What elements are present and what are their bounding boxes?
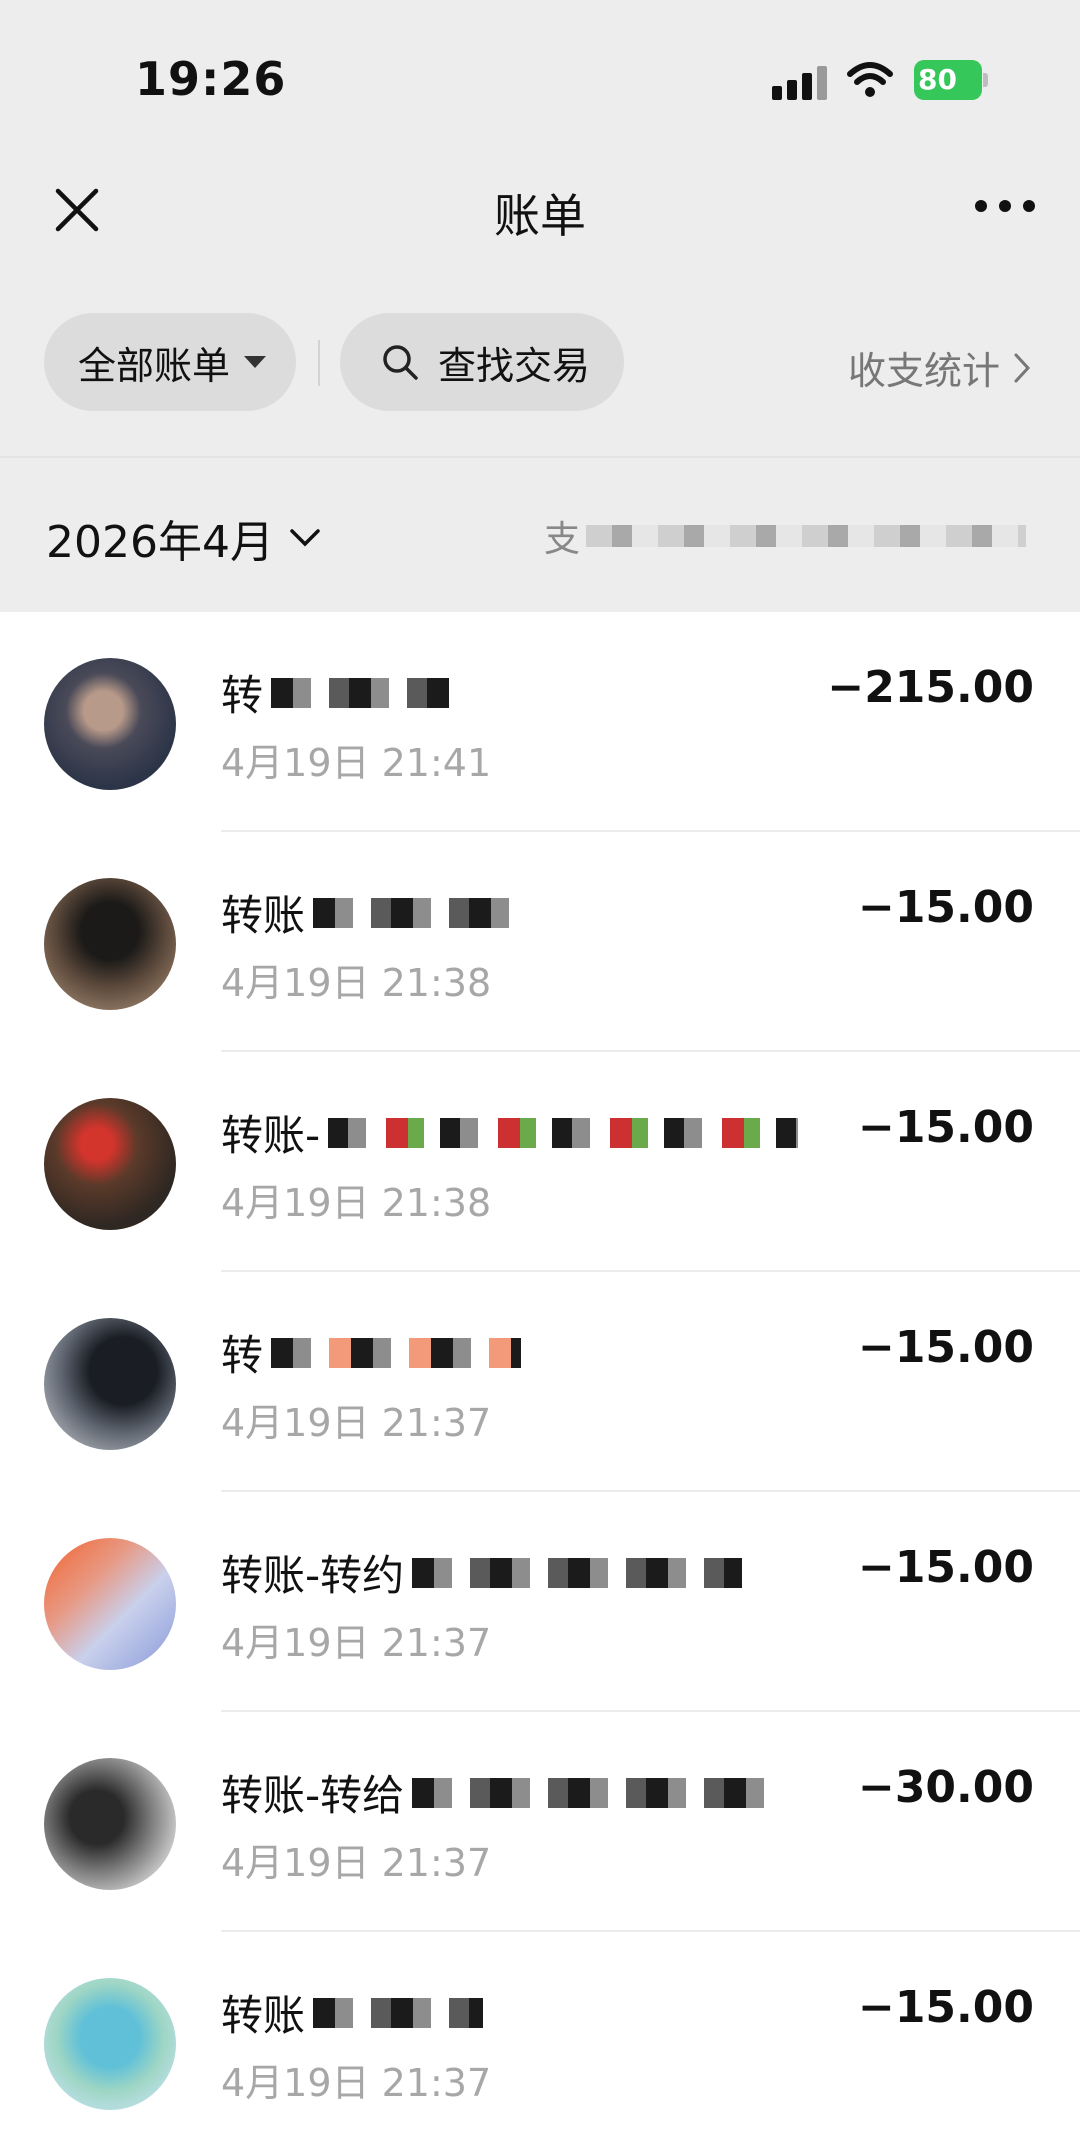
cellular-signal-icon xyxy=(772,66,830,100)
transaction-date: 4月19日 21:37 xyxy=(221,1621,492,1665)
transaction-date: 4月19日 21:37 xyxy=(221,1401,492,1445)
redacted-mosaic xyxy=(271,1337,522,1368)
chevron-right-icon xyxy=(1014,353,1031,382)
chevron-down-icon xyxy=(290,529,320,547)
wifi-icon xyxy=(847,62,893,97)
month-label: 2026年4月 xyxy=(46,517,274,568)
transaction-date: 4月19日 21:37 xyxy=(221,1841,492,1885)
transaction-name: 转账 xyxy=(221,1991,306,2040)
all-bills-label: 全部账单 xyxy=(78,343,231,388)
redacted-mosaic xyxy=(412,1777,773,1808)
transaction-date: 4月19日 21:38 xyxy=(221,1181,492,1225)
transaction-amount: −215.00 xyxy=(827,662,1034,713)
transaction-date: 4月19日 21:41 xyxy=(221,741,492,785)
page-title: 账单 xyxy=(494,189,586,243)
transaction-date: 4月19日 21:38 xyxy=(221,961,492,1005)
avatar xyxy=(44,1758,176,1890)
redacted-mosaic xyxy=(412,1557,743,1588)
transaction-row[interactable]: 转账-转约 4月19日 21:37 −15.00 xyxy=(0,1492,1080,1712)
transaction-row[interactable]: 转账 4月19日 21:38 −15.00 xyxy=(0,832,1080,1052)
transaction-row[interactable]: 转账 4月19日 21:37 −15.00 xyxy=(0,1932,1080,2152)
transaction-name: 转 xyxy=(221,671,264,720)
avatar xyxy=(44,1098,176,1230)
search-transactions-button[interactable]: 查找交易 xyxy=(340,313,624,411)
month-selector[interactable]: 2026年4月 xyxy=(46,506,322,570)
redacted-mosaic xyxy=(586,525,1027,547)
transaction-name: 转账 xyxy=(221,891,306,940)
search-label: 查找交易 xyxy=(438,343,591,388)
transaction-row[interactable]: 转账- 4月19日 21:38 −15.00 xyxy=(0,1052,1080,1272)
transaction-amount: −15.00 xyxy=(857,1322,1034,1373)
redacted-mosaic xyxy=(271,677,450,708)
avatar xyxy=(44,658,176,790)
all-bills-dropdown[interactable]: 全部账单 xyxy=(44,313,296,411)
month-summary: 支 xyxy=(544,510,1027,562)
transaction-date: 4月19日 21:37 xyxy=(221,2061,492,2105)
status-bar: 19:26 80 xyxy=(0,0,1080,150)
search-icon xyxy=(383,345,418,380)
redacted-mosaic xyxy=(328,1117,799,1148)
caret-down-icon xyxy=(244,356,267,368)
avatar xyxy=(44,1978,176,2110)
avatar xyxy=(44,1538,176,1670)
avatar xyxy=(44,878,176,1010)
divider xyxy=(0,456,1080,458)
transaction-name: 转 xyxy=(221,1331,264,1380)
transaction-name: 转账-转给 xyxy=(221,1771,405,1820)
transaction-amount: −15.00 xyxy=(857,1542,1034,1593)
transaction-row[interactable]: 转账-转给 4月19日 21:37 −30.00 xyxy=(0,1712,1080,1932)
transaction-row[interactable]: 转 4月19日 21:37 −15.00 xyxy=(0,1272,1080,1492)
status-time: 19:26 xyxy=(135,52,287,106)
battery-level: 80 xyxy=(918,63,957,96)
filter-bar: 全部账单 查找交易 收支统计 xyxy=(0,310,1080,412)
redacted-mosaic xyxy=(313,1997,484,2028)
transaction-name: 转账-转约 xyxy=(221,1551,405,1600)
summary-prefix: 支 xyxy=(544,519,581,560)
income-expense-stats-link[interactable]: 收支统计 xyxy=(848,340,1032,395)
avatar xyxy=(44,1318,176,1450)
more-options-icon[interactable] xyxy=(975,196,1035,216)
transaction-amount: −15.00 xyxy=(857,882,1034,933)
transaction-amount: −15.00 xyxy=(857,1982,1034,2033)
transaction-amount: −30.00 xyxy=(857,1762,1034,1813)
transaction-amount: −15.00 xyxy=(857,1102,1034,1153)
divider xyxy=(318,340,320,386)
transaction-name: 转账- xyxy=(221,1111,321,1160)
header-area: 19:26 80 账单 全部账单 查找交易 收支统计 2026年4月 支 xyxy=(0,0,1080,612)
battery-icon: 80 xyxy=(914,60,988,100)
transaction-row[interactable]: 转 4月19日 21:41 −215.00 xyxy=(0,612,1080,832)
nav-bar: 账单 xyxy=(0,150,1080,270)
redacted-mosaic xyxy=(313,897,524,928)
stats-label: 收支统计 xyxy=(847,349,1000,393)
